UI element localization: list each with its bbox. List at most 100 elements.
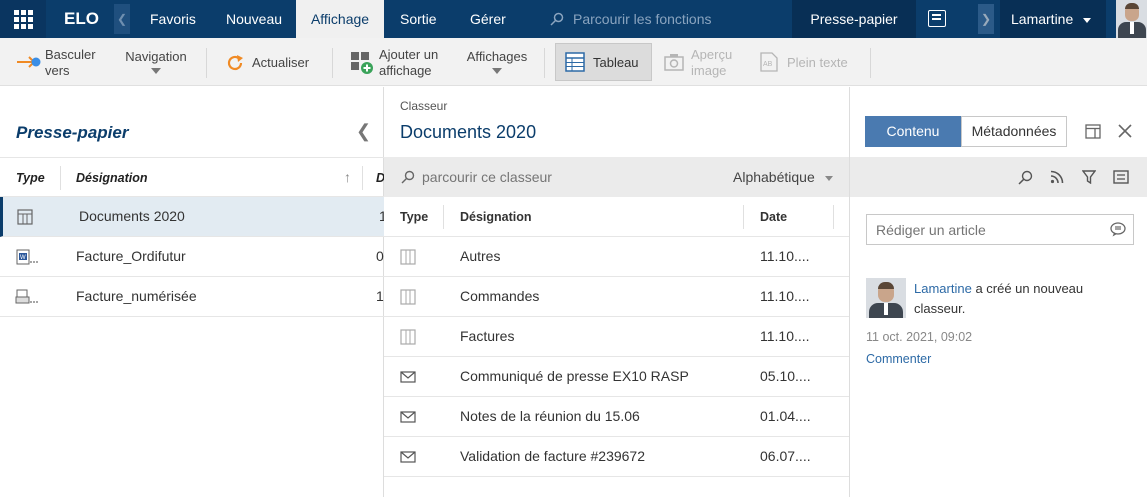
table-row[interactable]: Commandes 11.10.... xyxy=(384,277,849,317)
folder-filter-bar: Alphabétique xyxy=(384,157,849,197)
views-label: Affichages xyxy=(466,49,528,64)
table-header: Type Désignation Date xyxy=(384,197,849,237)
tab-gerer[interactable]: Gérer xyxy=(470,0,506,38)
tab-nouveau[interactable]: Nouveau xyxy=(226,0,282,38)
feed-action-text: a créé un nouveau xyxy=(975,281,1084,296)
function-search[interactable]: Parcourir les fonctions xyxy=(548,0,712,38)
comment-link[interactable]: Commenter xyxy=(866,352,931,366)
email-icon xyxy=(400,411,416,423)
navigation-label: Navigation xyxy=(125,49,187,64)
folder-search-input[interactable] xyxy=(422,165,652,189)
scroll-right-icon[interactable]: ❯ xyxy=(978,4,994,34)
tab-contenu[interactable]: Contenu xyxy=(865,116,961,147)
row-name: Autres xyxy=(460,248,501,264)
search-icon xyxy=(550,12,564,26)
table-row[interactable]: Autres 11.10.... xyxy=(384,237,849,277)
list-item[interactable]: Facture_numérisée 1 xyxy=(0,277,384,317)
image-preview-label-2: image xyxy=(691,63,727,78)
chevron-down-icon xyxy=(1083,17,1092,23)
feed-menu-icon[interactable] xyxy=(1113,170,1129,184)
switch-label-1: Basculer xyxy=(45,47,96,62)
table-row[interactable]: Communiqué de presse EX10 RASP 05.10.... xyxy=(384,357,849,397)
column-header-date[interactable]: Date xyxy=(760,210,787,224)
item-name: Facture_Ordifutur xyxy=(76,248,186,264)
tab-affichage[interactable]: Affichage xyxy=(296,0,384,38)
row-date: 11.10.... xyxy=(760,288,810,304)
folder-icon xyxy=(400,329,416,345)
folder-icon xyxy=(400,289,416,305)
user-name: Lamartine xyxy=(1011,11,1074,27)
avatar[interactable] xyxy=(1116,0,1147,38)
scroll-left-icon[interactable]: ❮ xyxy=(114,4,130,34)
views-dropdown[interactable]: Affichages xyxy=(464,38,530,86)
column-header-type[interactable]: Type xyxy=(400,210,428,224)
function-search-placeholder: Parcourir les fonctions xyxy=(573,11,712,27)
feed-user-link[interactable]: Lamartine xyxy=(914,281,972,296)
collapse-panel-icon[interactable]: ❮ xyxy=(356,121,371,142)
top-navigation-bar: ELO ❮ Favoris Nouveau Affichage Sortie G… xyxy=(0,0,1147,38)
image-preview-label-1: Aperçu xyxy=(691,47,733,62)
folder-icon xyxy=(17,209,33,225)
write-article-input[interactable] xyxy=(866,214,1134,245)
user-menu[interactable]: Lamartine xyxy=(1000,0,1106,38)
apps-grid-icon[interactable] xyxy=(0,0,46,38)
close-icon[interactable] xyxy=(1118,124,1132,138)
table-row[interactable]: Notes de la réunion du 15.06 01.04.... xyxy=(384,397,849,437)
layout-toggle-icon[interactable] xyxy=(1085,124,1101,139)
table-view-button[interactable]: Tableau xyxy=(555,43,652,81)
email-icon xyxy=(400,451,416,463)
avatar[interactable] xyxy=(866,278,906,318)
tab-favoris[interactable]: Favoris xyxy=(150,0,196,38)
switch-to-button[interactable]: Basculer vers xyxy=(14,38,104,86)
column-header-designation[interactable]: Désignation xyxy=(76,171,148,185)
table-header: Type Désignation ↑ D xyxy=(0,157,385,197)
item-name: Facture_numérisée xyxy=(76,288,197,304)
row-date: 11.10.... xyxy=(760,248,810,264)
clipboard-panel: Presse-papier ❮ Type Désignation ↑ D Doc… xyxy=(0,87,387,497)
list-item[interactable]: Documents 2020 1 xyxy=(0,197,387,237)
clipboard-icon[interactable] xyxy=(928,10,946,27)
search-icon[interactable] xyxy=(1018,170,1033,185)
camera-icon xyxy=(664,54,684,71)
table-view-label: Tableau xyxy=(593,55,639,70)
row-name: Factures xyxy=(460,328,515,344)
item-extra: 1 xyxy=(376,288,384,304)
image-preview-button[interactable]: Aperçu image xyxy=(664,38,744,86)
sort-ascending-icon[interactable]: ↑ xyxy=(344,169,351,185)
table-row[interactable]: Factures 11.10.... xyxy=(384,317,849,357)
navigation-dropdown[interactable]: Navigation xyxy=(120,38,192,86)
tab-metadonnees[interactable]: Métadonnées xyxy=(961,116,1067,147)
add-view-button[interactable]: Ajouter un affichage xyxy=(348,38,448,86)
scanned-document-icon xyxy=(15,289,38,304)
refresh-button[interactable]: Actualiser xyxy=(222,38,322,86)
feed-toolbar xyxy=(850,157,1147,197)
list-item[interactable]: W Facture_Ordifutur 0 xyxy=(0,237,384,277)
rss-feed-icon[interactable] xyxy=(1050,170,1064,184)
column-header-type[interactable]: Type xyxy=(16,171,45,185)
speech-bubble-icon[interactable] xyxy=(1110,222,1126,237)
plain-text-icon: AB xyxy=(760,52,778,72)
row-name: Commandes xyxy=(460,288,540,304)
add-view-label-1: Ajouter un xyxy=(379,47,439,62)
folder-content-panel: Classeur Documents 2020 Alphabétique Typ… xyxy=(384,87,849,497)
clipboard-button[interactable]: Presse-papier xyxy=(792,0,916,38)
chevron-down-icon xyxy=(492,68,502,74)
chevron-down-icon xyxy=(151,68,161,74)
tab-sortie[interactable]: Sortie xyxy=(400,0,437,38)
page-title: Documents 2020 xyxy=(400,122,537,142)
search-icon xyxy=(401,170,415,184)
email-icon xyxy=(400,371,416,383)
word-document-icon: W xyxy=(16,249,38,265)
plain-text-button[interactable]: AB Plein texte xyxy=(758,38,858,86)
item-name: Documents 2020 xyxy=(79,208,185,224)
column-header-designation[interactable]: Désignation xyxy=(460,210,532,224)
table-row[interactable]: Validation de facture #239672 06.07.... xyxy=(384,437,849,477)
table-icon xyxy=(565,52,585,72)
row-name: Notes de la réunion du 15.06 xyxy=(460,408,640,424)
switch-arrow-icon xyxy=(17,56,41,68)
filter-icon[interactable] xyxy=(1082,170,1096,184)
row-date: 11.10.... xyxy=(760,328,810,344)
sort-order-label: Alphabétique xyxy=(733,169,815,185)
sort-order-dropdown[interactable]: Alphabétique xyxy=(733,169,833,185)
svg-text:AB: AB xyxy=(763,61,773,68)
